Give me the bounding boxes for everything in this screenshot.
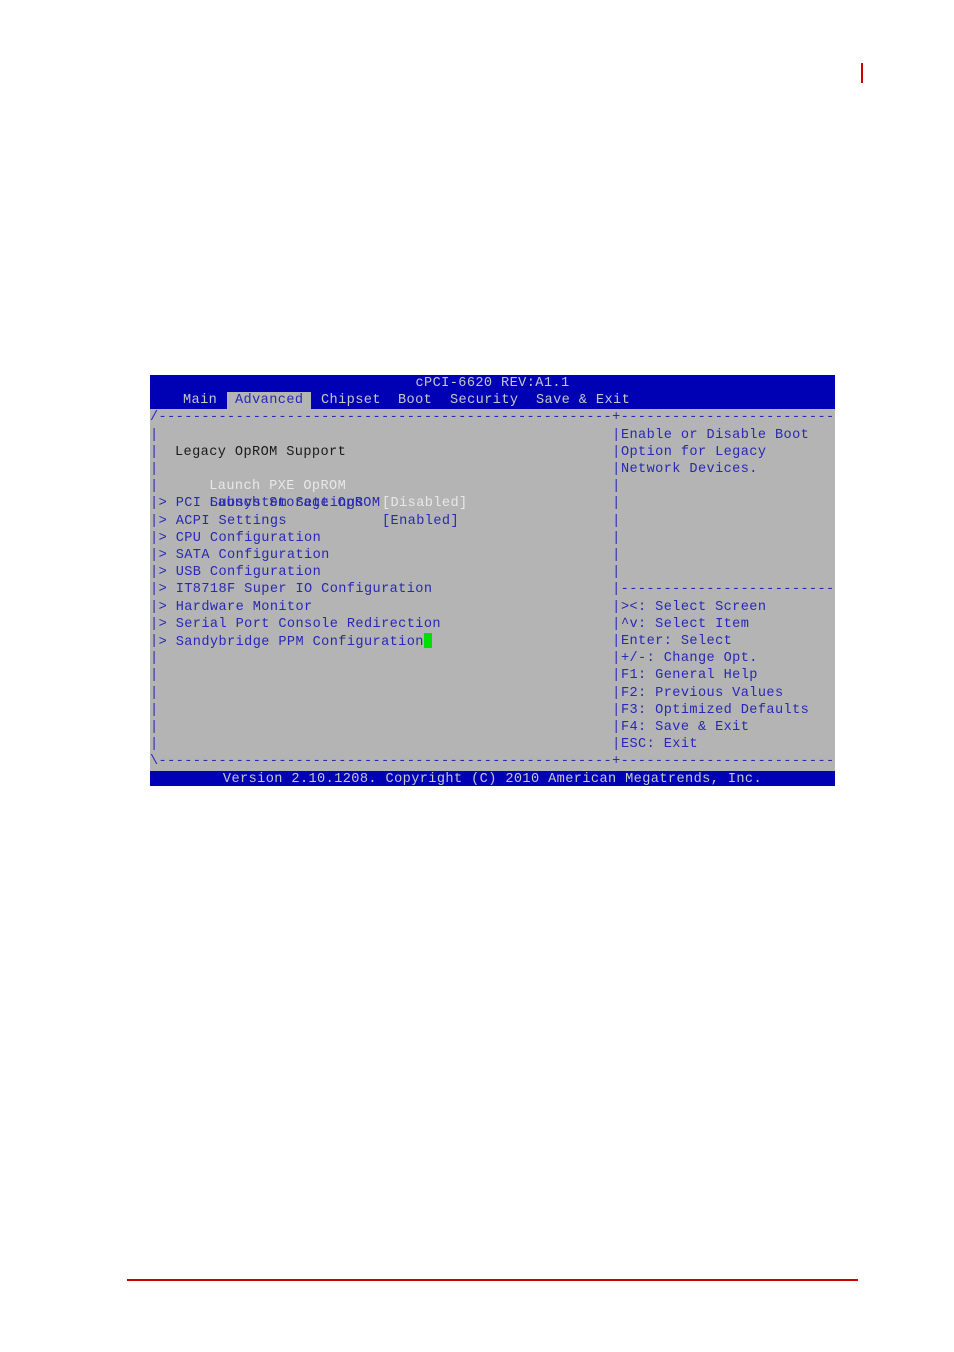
- submenu-label: ACPI Settings: [175, 513, 287, 529]
- submenu-item[interactable]: > CPU Configuration: [159, 530, 322, 547]
- submenu-arrow-icon: >: [158, 513, 176, 529]
- submenu-item[interactable]: > Serial Port Console Redirection: [159, 616, 441, 633]
- submenu-item[interactable]: > ACPI Settings: [159, 513, 287, 530]
- page-footer-rule: [127, 1279, 858, 1281]
- submenu-item[interactable]: > IT8718F Super IO Configuration: [159, 581, 433, 598]
- submenu-arrow-icon: >: [158, 530, 176, 546]
- submenu-label: SATA Configuration: [175, 548, 330, 563]
- tab-main[interactable]: Main: [183, 392, 217, 409]
- tab-chipset[interactable]: Chipset: [321, 392, 381, 409]
- option-launch-storage-oprom[interactable]: Launch Storage OpROM [Enabled]: [175, 478, 495, 528]
- submenu-arrow-icon: >: [158, 548, 176, 563]
- frame-row: | | |: [150, 737, 835, 753]
- submenu-label: PCI Subsystem Settings: [175, 496, 364, 512]
- key-help-line: ESC: Exit: [620, 737, 698, 753]
- submenu-label: Hardware Monitor: [175, 599, 313, 615]
- submenu-item[interactable]: > SATA Configuration: [159, 547, 330, 564]
- submenu-label: CPU Configuration: [175, 530, 322, 546]
- submenu-arrow-icon: >: [158, 599, 176, 615]
- key-help-line: F4: Save & Exit: [620, 720, 750, 735]
- tab-boot[interactable]: Boot: [398, 392, 432, 409]
- frame-bottom-border: \---------------------------------------…: [150, 754, 835, 770]
- help-text-line: Option for Legacy: [620, 444, 767, 460]
- submenu-arrow-icon: >: [158, 565, 176, 581]
- key-help-line: F3: Optimized Defaults: [620, 702, 810, 718]
- option-value[interactable]: [Disabled]: [382, 495, 468, 512]
- bios-screen: cPCI-6620 REV:A1.1 Main Advanced Chipset…: [150, 375, 835, 786]
- key-help-line: Enter: Select: [620, 634, 733, 649]
- key-help-line: +/-: Change Opt.: [620, 651, 758, 667]
- submenu-label: USB Configuration: [175, 565, 322, 581]
- key-help-line: ^v: Select Item: [620, 616, 750, 632]
- submenu-item[interactable]: > USB Configuration: [159, 564, 322, 581]
- text-cursor: [423, 633, 432, 648]
- submenu-arrow-icon: >: [158, 496, 176, 512]
- bios-tab-bar: Main Advanced Chipset Boot Security Save…: [150, 392, 835, 410]
- submenu-label: Serial Port Console Redirection: [175, 616, 441, 632]
- submenu-label: Sandybridge PPM Configuration: [175, 635, 424, 650]
- key-help-line: ><: Select Screen: [620, 599, 767, 615]
- submenu-item[interactable]: > Hardware Monitor: [159, 599, 313, 616]
- tab-save-exit[interactable]: Save & Exit: [536, 392, 630, 409]
- submenu-arrow-icon: >: [158, 616, 176, 632]
- key-help-line: F1: General Help: [620, 668, 758, 684]
- frame-top-border: /---------------------------------------…: [150, 410, 835, 426]
- submenu-item[interactable]: > Sandybridge PPM Configuration: [159, 633, 432, 650]
- submenu-arrow-icon: >: [158, 582, 176, 598]
- submenu-arrow-icon: >: [158, 635, 176, 650]
- help-text-line: Enable or Disable Boot: [620, 427, 810, 443]
- option-value[interactable]: [Enabled]: [382, 513, 459, 530]
- tab-advanced[interactable]: Advanced: [227, 392, 312, 410]
- key-help-line: F2: Previous Values: [620, 685, 784, 701]
- tab-security[interactable]: Security: [450, 392, 518, 409]
- chapter-marker: [861, 63, 863, 83]
- help-text-line: Network Devices.: [620, 462, 758, 477]
- section-heading: Legacy OpROM Support: [175, 444, 347, 460]
- option-launch-pxe-oprom[interactable]: Launch PXE OpROM [Disabled]: [175, 461, 495, 511]
- bios-title: cPCI-6620 REV:A1.1: [150, 375, 835, 393]
- submenu-label: IT8718F Super IO Configuration: [175, 582, 433, 598]
- bios-footer: Version 2.10.1208. Copyright (C) 2010 Am…: [150, 770, 835, 786]
- submenu-item[interactable]: > PCI Subsystem Settings: [159, 495, 364, 512]
